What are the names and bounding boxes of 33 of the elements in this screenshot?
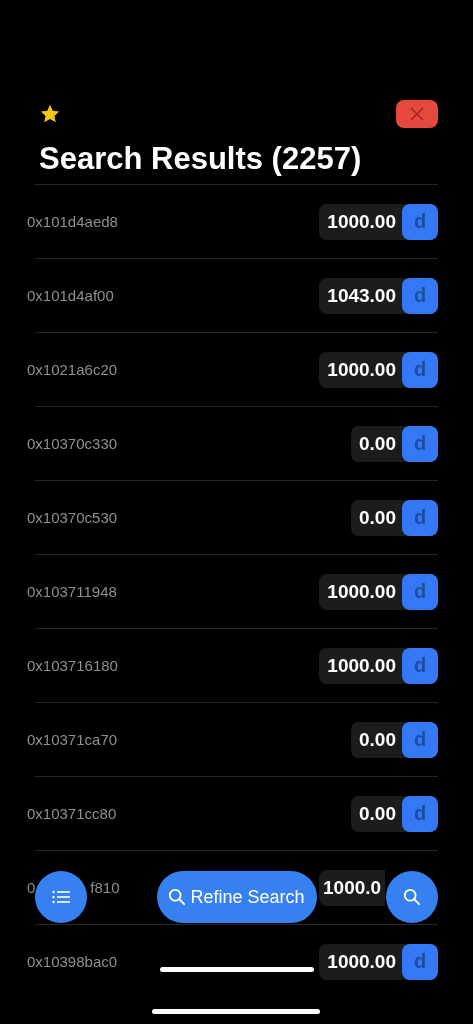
address-text: 0x103716180 — [27, 657, 118, 674]
address-text: f810 — [90, 879, 120, 896]
page-title: Search Results (2257) — [39, 140, 363, 178]
value-field[interactable]: 1000.0 — [319, 869, 385, 906]
value-field[interactable]: 1000.00 d — [319, 647, 438, 684]
address-text: 0x101d4af00 — [27, 287, 114, 304]
address-text: 0x10371cc80 — [27, 805, 117, 822]
value-field[interactable]: 1000.00 d — [319, 943, 438, 980]
value-field[interactable]: 1043.00 d — [319, 277, 438, 314]
star-icon[interactable] — [39, 103, 61, 125]
value-field[interactable]: 0.00 d — [351, 425, 438, 462]
address-text: 0x10370c530 — [27, 509, 118, 526]
address-text: 0x10370c330 — [27, 435, 118, 452]
address-text: 0x1021a6c20 — [27, 361, 118, 378]
close-button[interactable] — [396, 100, 438, 128]
value-field[interactable]: 0.00 d — [351, 795, 438, 832]
address-text: 0 — [27, 879, 36, 896]
search-icon — [403, 888, 421, 906]
value-field[interactable]: 1000.00 d — [319, 573, 438, 610]
value-field[interactable]: 0.00 d — [351, 499, 438, 536]
value-field[interactable]: 0.00 d — [351, 721, 438, 758]
close-icon — [410, 107, 424, 121]
search-icon — [168, 888, 187, 906]
refine-search-button[interactable]: Refine Search — [156, 871, 317, 923]
search-button[interactable] — [386, 871, 438, 923]
address-text: 0x101d4aed8 — [27, 213, 118, 230]
value-field[interactable]: 1000.00 d — [319, 351, 438, 388]
address-text: 0x103711948 — [27, 583, 117, 600]
address-text: 0x10398bac0 — [27, 953, 118, 970]
value-field[interactable]: 1000.00 d — [319, 203, 438, 240]
address-text: 0x10371ca70 — [27, 731, 118, 748]
list-button[interactable] — [35, 871, 87, 923]
list-icon — [52, 890, 70, 904]
